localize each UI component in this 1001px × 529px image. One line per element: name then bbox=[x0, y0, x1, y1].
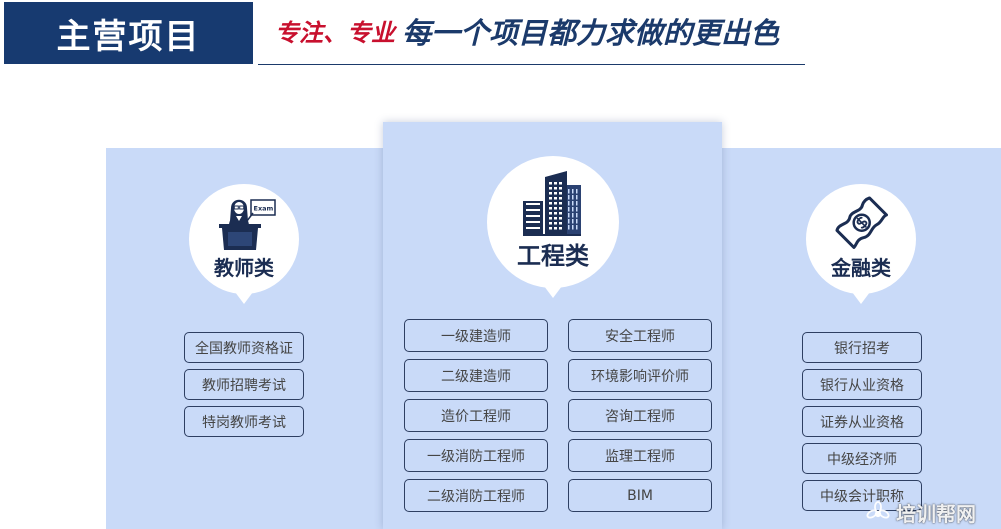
category-bubble-finance: 金融类 bbox=[806, 184, 916, 304]
category-bubble-engineering: 工程类 bbox=[487, 156, 619, 298]
category-label: 教师类 bbox=[214, 256, 274, 280]
category-panel-engineering: 工程类 一级建造师 二级建造师 造价工程师 一级消防工程师 二级消防工程师 安全… bbox=[383, 122, 722, 529]
category-label: 金融类 bbox=[831, 256, 891, 280]
header-divider bbox=[258, 64, 805, 65]
category-panel-finance: 金融类 银行招考 银行从业资格 证券从业资格 中级经济师 中级会计职称 bbox=[722, 148, 1001, 529]
slogan-accent: 专注、专业 bbox=[275, 18, 395, 47]
course-button[interactable]: 一级消防工程师 bbox=[404, 439, 548, 472]
course-button[interactable]: 中级经济师 bbox=[802, 443, 922, 474]
teacher-podium-icon: Exam bbox=[219, 199, 276, 250]
course-button[interactable]: 咨询工程师 bbox=[568, 399, 712, 432]
slogan-main: 每一个项目都力求做的更出色 bbox=[402, 16, 780, 50]
course-button[interactable]: 二级建造师 bbox=[404, 359, 548, 392]
course-button[interactable]: 一级建造师 bbox=[404, 319, 548, 352]
course-button[interactable]: 造价工程师 bbox=[404, 399, 548, 432]
board-text: Exam bbox=[254, 205, 274, 213]
course-button[interactable]: 环境影响评价师 bbox=[568, 359, 712, 392]
money-bill-icon bbox=[835, 196, 888, 249]
course-button[interactable]: 二级消防工程师 bbox=[404, 479, 548, 512]
buildings-icon bbox=[523, 171, 581, 236]
category-label: 工程类 bbox=[517, 242, 589, 270]
course-button[interactable]: 安全工程师 bbox=[568, 319, 712, 352]
course-button[interactable]: 教师招聘考试 bbox=[184, 369, 304, 400]
course-button[interactable]: 特岗教师考试 bbox=[184, 406, 304, 437]
category-bubble-teacher: Exam 教师类 bbox=[189, 184, 299, 304]
watermark-text: 培训帮网 bbox=[896, 501, 976, 526]
watermark: 培训帮网 bbox=[866, 498, 976, 526]
lotus-logo-icon bbox=[866, 501, 890, 519]
course-button[interactable]: 银行招考 bbox=[802, 332, 922, 363]
course-button[interactable]: 证券从业资格 bbox=[802, 406, 922, 437]
course-button[interactable]: BIM bbox=[568, 479, 712, 512]
category-panel-teacher: Exam 教师类 全国教师资格证 教师招聘考试 特岗教师考试 bbox=[106, 148, 383, 529]
course-button[interactable]: 全国教师资格证 bbox=[184, 332, 304, 363]
section-title: 主营项目 bbox=[4, 2, 253, 64]
course-button[interactable]: 监理工程师 bbox=[568, 439, 712, 472]
course-button[interactable]: 银行从业资格 bbox=[802, 369, 922, 400]
